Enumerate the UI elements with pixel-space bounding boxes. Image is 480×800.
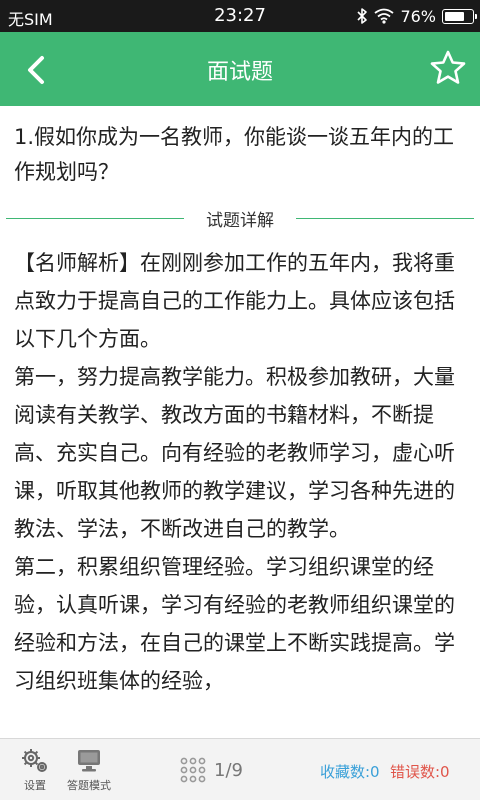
monitor-icon bbox=[78, 750, 100, 772]
answer-paragraph: 第一，努力提高教学能力。积极参加教研，大量阅读有关教学、教改方面的书籍材料，不断… bbox=[14, 365, 455, 541]
gear-icon bbox=[22, 749, 47, 772]
divider-line-right bbox=[296, 218, 474, 219]
page-count: 1/9 bbox=[214, 759, 243, 781]
favorites-count: 收藏数:0 bbox=[320, 763, 380, 781]
battery-percent: 76% bbox=[400, 6, 436, 26]
answer-mode-label: 答题模式 bbox=[67, 779, 111, 792]
answer-body: 【名师解析】在刚刚参加工作的五年内，我将重点致力于提高自己的工作能力上。具体应该… bbox=[14, 244, 466, 700]
page-title: 面试题 bbox=[206, 60, 273, 85]
settings-label: 设置 bbox=[24, 779, 46, 792]
status-bar: 无SIM 23:27 76% bbox=[0, 0, 480, 32]
errors-count: 错误数:0 bbox=[390, 763, 450, 781]
question-content[interactable]: 1.假如你成为一名教师，你能谈一谈五年内的工作规划吗？ 试题详解 【名师解析】在… bbox=[0, 106, 480, 738]
section-divider: 试题详解 bbox=[6, 206, 474, 231]
battery-fill bbox=[445, 11, 464, 21]
bluetooth-icon bbox=[357, 8, 368, 24]
wifi-icon bbox=[374, 8, 394, 24]
bottom-toolbar: 设置 答题模式 1/9 收藏数:0 错误数:0 bbox=[0, 738, 480, 800]
settings-button[interactable]: 设置 bbox=[10, 747, 60, 793]
question-text: 1.假如你成为一名教师，你能谈一谈五年内的工作规划吗？ bbox=[14, 125, 455, 184]
app-header: 面试题 bbox=[0, 32, 480, 106]
answer-paragraph: 【名师解析】在刚刚参加工作的五年内，我将重点致力于提高自己的工作能力上。具体应该… bbox=[14, 251, 455, 351]
status-right-group: 76% bbox=[356, 4, 477, 28]
star-outline-icon[interactable] bbox=[428, 48, 468, 88]
page-indicator[interactable]: 1/9 bbox=[180, 757, 243, 783]
answer-paragraph: 第二，积累组织管理经验。学习组织课堂的经验，认真听课，学习有经验的老教师组织课堂… bbox=[14, 555, 455, 693]
answer-mode-button[interactable]: 答题模式 bbox=[64, 747, 114, 793]
battery-icon bbox=[442, 8, 477, 24]
grid-icon bbox=[180, 757, 206, 783]
